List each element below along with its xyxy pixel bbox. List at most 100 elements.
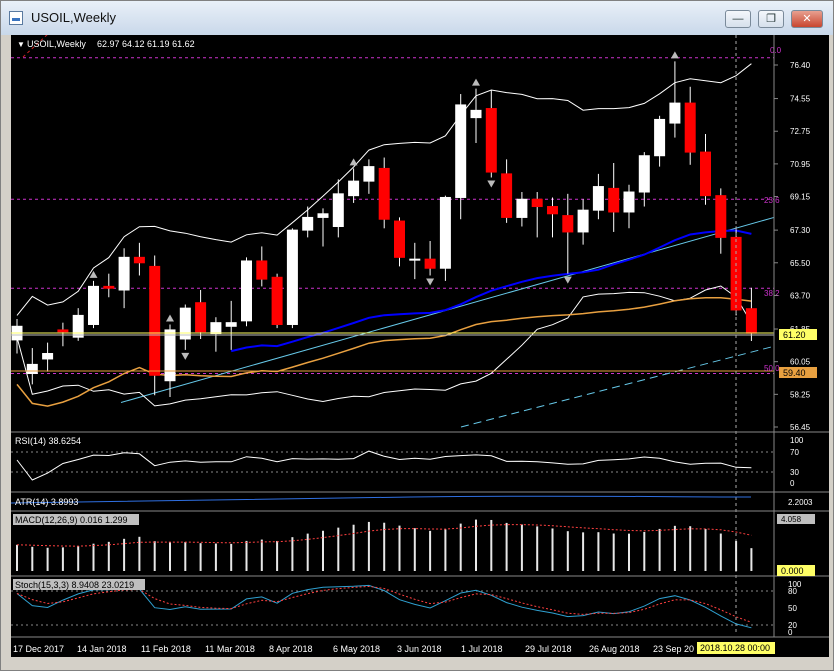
fib-23-6-label: 23.6 [764, 196, 780, 205]
macd-bar [490, 519, 493, 571]
close-button[interactable]: ✕ [791, 10, 823, 28]
rsi-tick-0: 0 [790, 479, 795, 488]
bull-candle-body [286, 229, 298, 325]
rsi-pane[interactable]: RSI(14) 38.6254 100 70 30 0 [11, 436, 804, 488]
time-label-0: 17 Dec 2017 [13, 644, 64, 654]
macd-bar [337, 527, 340, 571]
candle[interactable] [88, 280, 99, 329]
bull-candle-body [225, 322, 237, 327]
macd-bar [260, 539, 263, 571]
time-label-6: 3 Jun 2018 [397, 644, 442, 654]
stoch-label: Stoch(15,3,3) 8.9408 23.0219 [15, 580, 134, 590]
atr-pane[interactable]: ATR(14) 3.8993 2.2003 [10, 495, 813, 507]
restore-button[interactable]: ❐ [758, 10, 784, 28]
macd-bar [704, 528, 707, 571]
chart-canvas[interactable]: ▼ USOIL,Weekly 62.97 64.12 61.19 61.62 0… [10, 32, 829, 657]
macd-bar [597, 532, 600, 571]
bull-candle-body [88, 285, 99, 325]
bull-candle-body [654, 118, 666, 157]
bull-candle-body [164, 329, 176, 382]
candle[interactable] [378, 157, 390, 229]
price-tick-label: 74.55 [790, 95, 811, 104]
macd-pane[interactable]: MACD(12,26,9) 0.016 1.299 4.058 0.000 [13, 514, 815, 576]
stoch-pane[interactable]: Stoch(15,3,3) 8.9408 23.0219 100 80 50 2… [11, 579, 802, 637]
stoch-tick-0: 0 [788, 628, 793, 637]
candle[interactable] [286, 228, 298, 329]
price-tick-label: 72.75 [790, 127, 811, 136]
bull-candle-body [241, 260, 252, 322]
macd-bar [276, 540, 279, 571]
rsi-tick-30: 30 [790, 468, 799, 477]
macd-label: MACD(12,26,9) 0.016 1.299 [15, 515, 128, 525]
macd-bar [566, 531, 569, 571]
candle[interactable] [439, 195, 451, 281]
macd-bar [123, 538, 126, 571]
fib-0-label: 0.0 [770, 46, 782, 55]
macd-bar [199, 543, 202, 571]
price-tick-label: 65.50 [790, 259, 811, 268]
price-tick-label: 60.05 [790, 358, 811, 367]
chart-menu-icon[interactable]: ▼ [17, 40, 25, 49]
bear-candle-body [424, 258, 436, 269]
macd-bar [61, 547, 64, 571]
window-title: USOIL,Weekly [31, 10, 117, 25]
macd-bar [643, 531, 646, 571]
time-label-8: 29 Jul 2018 [525, 644, 572, 654]
bear-candle-body [271, 276, 283, 325]
stoch-signal-line [16, 585, 752, 623]
price-tick-label: 70.95 [790, 160, 811, 169]
time-label-3: 11 Mar 2018 [205, 644, 255, 654]
bull-candle-body [577, 209, 589, 233]
bull-candle-body [72, 314, 84, 338]
macd-bar [169, 542, 171, 571]
cursor-date: 2018.10.28 00:00 [700, 643, 770, 653]
price-tick-label: 76.40 [790, 61, 811, 70]
bear-candle-body [608, 187, 620, 213]
macd-bar [413, 528, 416, 571]
bull-candle-body [623, 191, 635, 213]
bear-candle-body [501, 173, 513, 218]
bull-candle-body [179, 307, 191, 340]
candle[interactable] [271, 273, 283, 329]
macd-bar [46, 547, 49, 571]
bear-candle-body [195, 302, 207, 333]
macd-bar [107, 541, 110, 571]
bear-candle-body [485, 108, 497, 173]
bear-candle-body [149, 265, 161, 376]
macd-bar [77, 546, 80, 571]
bull-candle-body [439, 196, 451, 269]
bear-candle-body [133, 256, 145, 264]
chart-symbol: USOIL,Weekly [27, 39, 86, 49]
candle[interactable] [149, 255, 161, 396]
macd-bar [153, 541, 156, 571]
macd-bar [689, 526, 692, 571]
bull-candle-body [592, 186, 604, 211]
bull-candle-body [332, 193, 344, 227]
macd-bar [306, 533, 309, 571]
bull-candle-body [638, 155, 650, 193]
time-axis[interactable]: 17 Dec 2017 14 Jan 2018 11 Feb 2018 11 M… [13, 642, 775, 654]
minimize-button[interactable]: — [725, 10, 751, 28]
time-label-1: 14 Jan 2018 [77, 644, 127, 654]
bull-candle-body [363, 166, 375, 182]
bull-candle-body [118, 256, 130, 291]
rsi-tick-100: 100 [790, 436, 804, 445]
macd-bar [230, 543, 233, 571]
candle[interactable] [241, 257, 252, 327]
macd-bar [628, 533, 630, 571]
time-label-7: 1 Jul 2018 [461, 644, 503, 654]
macd-bar [520, 524, 523, 571]
macd-bar [429, 530, 432, 571]
macd-bar [612, 533, 615, 571]
chart-ohlc: 62.97 64.12 61.19 61.62 [97, 39, 195, 49]
bear-candle-body [378, 167, 390, 220]
bear-candle-body [700, 151, 711, 197]
bull-candle-body [317, 213, 329, 218]
window-title-bar[interactable]: USOIL,Weekly — ❐ ✕ [1, 1, 833, 35]
macd-bar [750, 548, 753, 571]
price-tick-label: 56.45 [790, 423, 811, 432]
macd-bar [322, 530, 324, 571]
bull-candle-body [210, 322, 222, 335]
price-tick-label: 69.15 [790, 193, 811, 202]
chart-window-icon [9, 11, 23, 25]
